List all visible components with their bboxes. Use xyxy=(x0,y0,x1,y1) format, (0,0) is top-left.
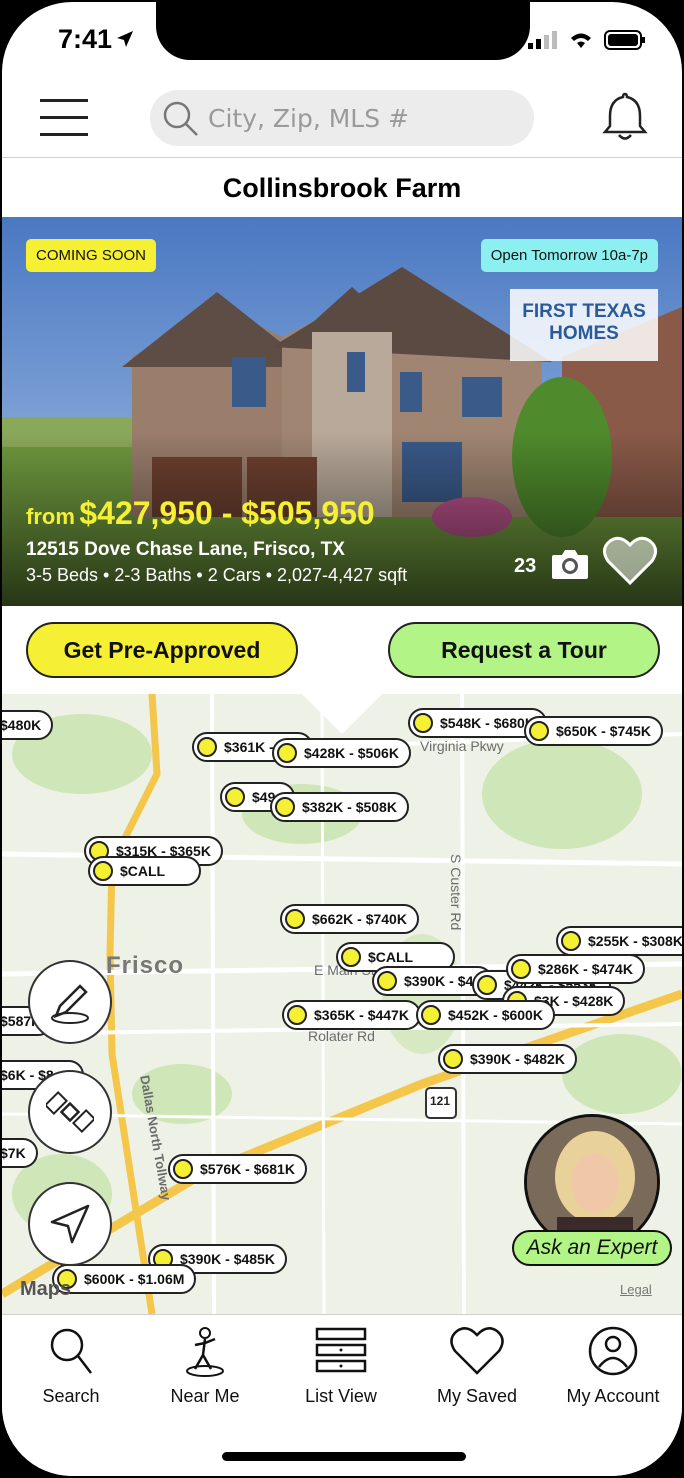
map-price-pin[interactable]: $7K xyxy=(2,1138,38,1168)
favorite-heart-icon[interactable] xyxy=(602,535,658,587)
map-price-pin[interactable]: $650K - $745K xyxy=(524,716,663,746)
maps-logo: Maps xyxy=(20,1278,72,1300)
map-road-label: S Custer Rd xyxy=(448,854,464,931)
current-location-button[interactable] xyxy=(28,1182,112,1266)
request-tour-button[interactable]: Request a Tour xyxy=(388,622,660,678)
heart-icon xyxy=(450,1327,504,1375)
status-indicators xyxy=(528,30,646,50)
phone-frame: 7:41 Collinsbrook Farm xyxy=(0,0,684,1478)
location-arrow-icon xyxy=(117,31,133,47)
hamburger-menu-icon[interactable] xyxy=(40,99,88,137)
map-price-pin[interactable]: $662K - $740K xyxy=(280,904,419,934)
map-road-label: Rolater Rd xyxy=(308,1028,375,1044)
person-pin-icon xyxy=(186,1327,224,1377)
tab-my-saved[interactable]: My Saved xyxy=(422,1325,532,1407)
status-badge: COMING SOON xyxy=(26,239,157,272)
open-house-badge: Open Tomorrow 10a-7p xyxy=(480,239,658,272)
legal-link[interactable]: Legal xyxy=(620,1282,652,1297)
draw-area-button[interactable] xyxy=(28,960,112,1044)
list-icon xyxy=(315,1327,367,1373)
tab-search[interactable]: Search xyxy=(16,1325,126,1407)
builder-logo: FIRST TEXAS HOMES xyxy=(510,289,658,361)
map-price-pin[interactable]: $CALL xyxy=(88,856,202,886)
ask-expert-button[interactable]: Ask an Expert xyxy=(512,1230,672,1266)
app-header xyxy=(2,82,682,158)
map-price-pin[interactable]: $600K - $1.06M xyxy=(52,1264,197,1294)
listing-address: 12515 Dove Chase Lane, Frisco, TX xyxy=(26,539,345,560)
screen: 7:41 Collinsbrook Farm xyxy=(2,2,682,1476)
action-buttons: Get Pre-Approved Request a Tour xyxy=(2,606,682,694)
account-icon xyxy=(588,1326,638,1376)
map-price-pin[interactable]: $428K - $506K xyxy=(272,738,411,768)
map-price-pin[interactable]: $480K xyxy=(2,710,54,740)
map-price-pin[interactable]: $382K - $508K xyxy=(270,792,409,822)
highway-shield: 121 xyxy=(430,1094,451,1108)
wifi-icon xyxy=(571,33,591,48)
satellite-icon xyxy=(46,1090,94,1134)
navigation-arrow-icon xyxy=(50,1204,90,1244)
map-view[interactable]: Frisco Virginia Pkwy S Custer Rd E Main … xyxy=(2,694,682,1314)
map-price-pin[interactable]: $390K - $482K xyxy=(438,1044,577,1074)
listing-hero[interactable]: COMING SOON Open Tomorrow 10a-7p FIRST T… xyxy=(2,217,682,606)
pencil-draw-icon xyxy=(51,984,89,1024)
satellite-view-button[interactable] xyxy=(28,1070,112,1154)
status-time: 7:41 xyxy=(58,24,113,54)
camera-icon[interactable] xyxy=(550,547,590,581)
get-pre-approved-button[interactable]: Get Pre-Approved xyxy=(26,622,298,678)
map-price-pin[interactable]: $452K - $600K xyxy=(416,1000,555,1030)
tab-my-account[interactable]: My Account xyxy=(558,1325,668,1407)
map-price-pin[interactable]: $255K - $308K xyxy=(556,926,682,956)
home-indicator xyxy=(222,1452,466,1461)
notch xyxy=(156,2,530,60)
photo-count: 23 xyxy=(514,555,537,577)
price-range: from $427,950 - $505,950 xyxy=(26,495,375,531)
tab-list-view[interactable]: List View xyxy=(286,1325,396,1407)
search-bar[interactable] xyxy=(150,90,534,146)
map-price-pin[interactable]: $286K - $474K xyxy=(506,954,645,984)
bell-icon[interactable] xyxy=(602,90,648,142)
page-title: Collinsbrook Farm xyxy=(222,173,462,203)
search-icon xyxy=(163,101,198,136)
map-price-pin[interactable]: $576K - $681K xyxy=(168,1154,307,1184)
map-city-label: Frisco xyxy=(106,952,185,979)
map-road-label: Virginia Pkwy xyxy=(420,738,504,754)
search-input[interactable] xyxy=(208,100,508,136)
battery-icon xyxy=(604,30,645,50)
tab-near-me[interactable]: Near Me xyxy=(150,1325,260,1407)
search-icon xyxy=(50,1328,92,1374)
listing-details: 3-5 Beds • 2-3 Baths • 2 Cars • 2,027-4,… xyxy=(26,565,408,585)
map-price-pin[interactable]: $365K - $447K xyxy=(282,1000,421,1030)
signal-icon xyxy=(528,31,557,49)
